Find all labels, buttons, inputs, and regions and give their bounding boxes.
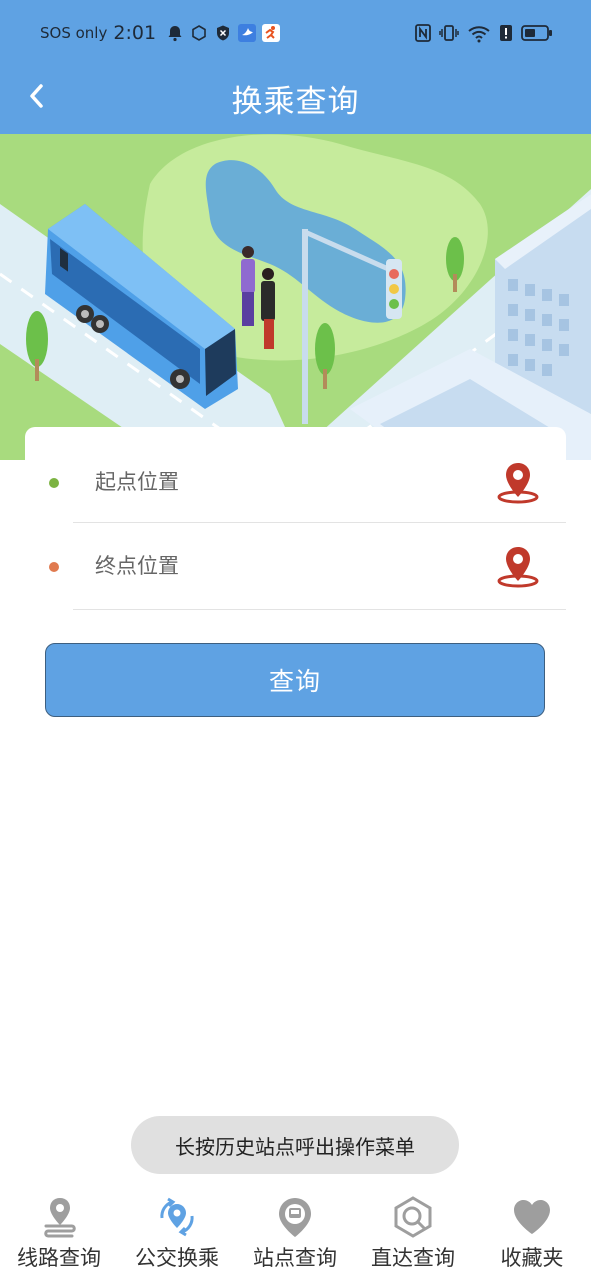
alert-icon	[500, 25, 512, 41]
end-location-input[interactable]	[95, 543, 475, 589]
nav-label: 线路查询	[17, 1246, 101, 1270]
cube-icon	[192, 25, 206, 41]
toast-message: 长按历史站点呼出操作菜单	[131, 1116, 459, 1174]
clock-time: 2:01	[113, 22, 157, 44]
query-button[interactable]: 查询	[45, 643, 545, 717]
location-pin-icon[interactable]	[495, 543, 541, 589]
shield-icon	[217, 25, 230, 41]
page-title: 换乘查询	[231, 84, 360, 120]
divider	[73, 609, 566, 610]
wifi-icon	[468, 26, 490, 43]
nfc-icon	[415, 24, 431, 42]
route-form	[25, 427, 566, 613]
battery-icon	[521, 25, 552, 41]
location-pin-icon[interactable]	[495, 459, 541, 505]
route-icon	[44, 1198, 76, 1238]
nav-label: 直达查询	[371, 1246, 455, 1270]
nav-label: 站点查询	[253, 1246, 337, 1270]
app-header: 换乘查询	[0, 66, 591, 134]
station-icon	[279, 1198, 311, 1237]
nav-item-transfer[interactable]: 公交换乘	[118, 1186, 236, 1280]
end-location-row[interactable]	[25, 523, 566, 609]
start-location-input[interactable]	[95, 459, 475, 505]
nav-item-favorites[interactable]: 收藏夹	[473, 1186, 591, 1280]
status-right	[415, 22, 553, 44]
app-runner-icon	[262, 24, 281, 42]
nav-item-station[interactable]: 站点查询	[236, 1186, 354, 1280]
nav-item-route[interactable]: 线路查询	[0, 1186, 118, 1280]
app-bird-icon	[238, 24, 257, 42]
status-left: SOS only 2:01	[40, 22, 281, 44]
carrier-text: SOS only	[40, 24, 108, 42]
bus-city-illustration	[0, 134, 591, 460]
nav-label: 公交换乘	[135, 1246, 219, 1270]
nav-label: 收藏夹	[500, 1246, 564, 1270]
status-bar: SOS only 2:01	[0, 0, 591, 66]
vibrate-icon	[439, 25, 459, 41]
bottom-nav: 线路查询 公交换乘 站点查询 直达查询 收藏夹	[0, 1186, 591, 1280]
bell-icon	[168, 26, 182, 42]
nav-item-direct[interactable]: 直达查询	[354, 1186, 472, 1280]
heart-icon	[514, 1200, 550, 1234]
banner-illustration	[0, 134, 591, 460]
end-dot	[49, 562, 59, 572]
start-dot	[49, 478, 59, 488]
start-location-row[interactable]	[25, 439, 566, 525]
transfer-icon	[160, 1197, 194, 1237]
direct-search-icon	[394, 1196, 432, 1238]
